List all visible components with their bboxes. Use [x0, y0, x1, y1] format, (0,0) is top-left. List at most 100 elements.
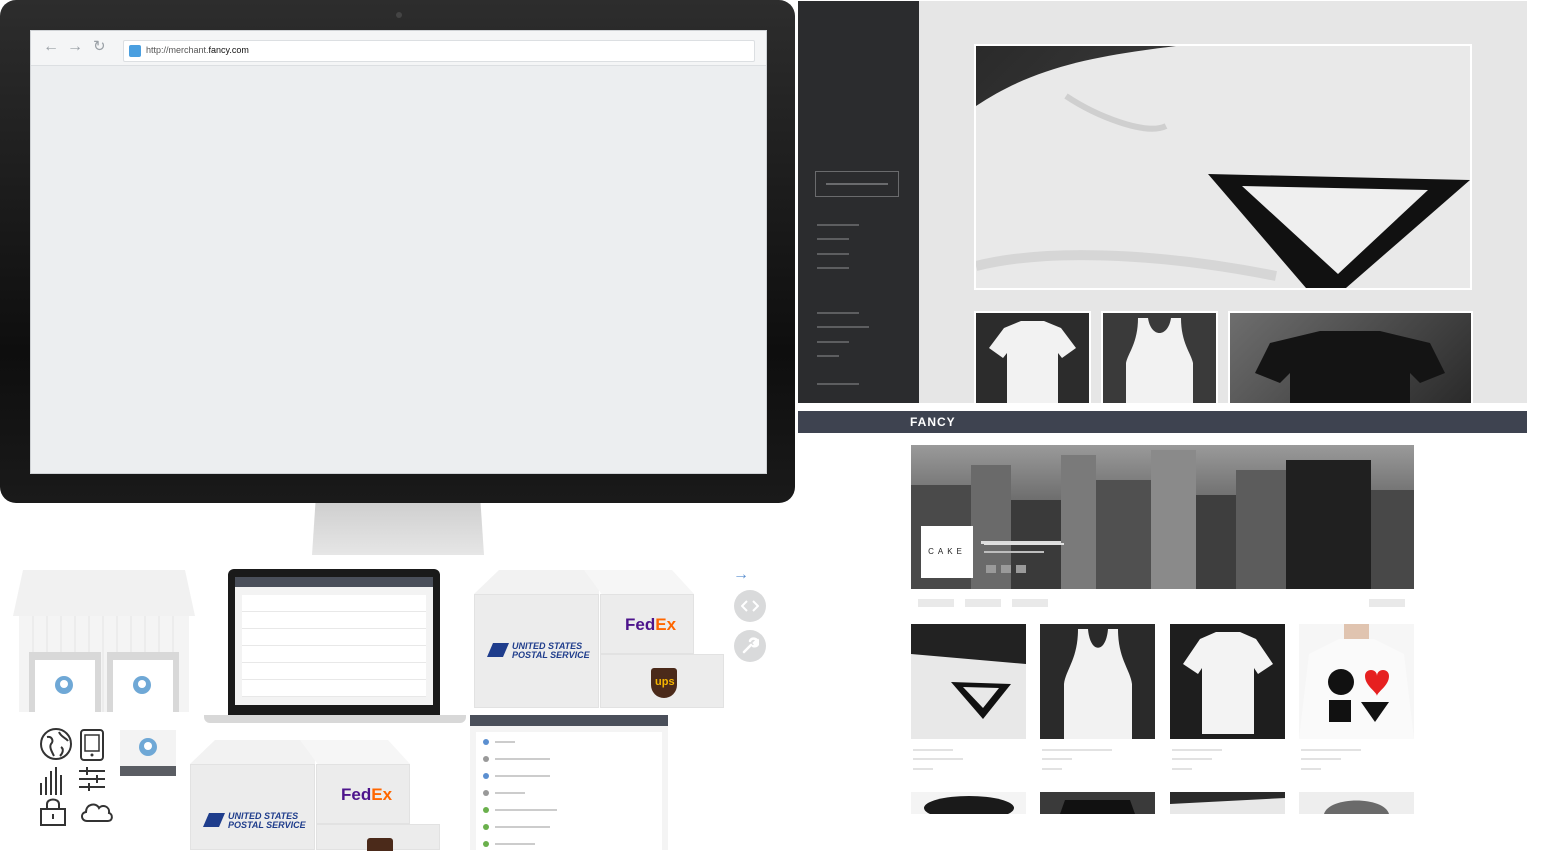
product-card[interactable]: [1299, 792, 1414, 814]
admin-sidebar: [798, 1, 919, 403]
address-bar[interactable]: http://merchant.fancy.com: [123, 40, 755, 62]
sidebar-item[interactable]: [817, 383, 859, 385]
list-item[interactable]: [495, 809, 557, 811]
filter-tab[interactable]: [918, 599, 954, 607]
ups-box: [316, 824, 440, 851]
product-thumbnail[interactable]: [1101, 311, 1218, 403]
order-list: [476, 732, 662, 850]
arrow-right-icon[interactable]: →: [733, 567, 749, 583]
code-icon[interactable]: [734, 590, 766, 622]
filter-tab[interactable]: [1012, 599, 1048, 607]
product-meta-line: [1301, 758, 1341, 760]
storefront-hero: CAKE: [911, 445, 1414, 589]
ups-shield-icon: ups: [651, 668, 677, 698]
mini-warehouse-card: [120, 730, 176, 776]
bar-chart-icon: [40, 767, 62, 795]
status-dot: [483, 807, 489, 813]
fedex-box: FedEx: [600, 594, 694, 654]
browser-toolbar: ← → ↻ http://merchant.fancy.com: [31, 31, 766, 66]
admin-preview: [798, 1, 1527, 403]
product-meta-line: [1042, 758, 1072, 760]
sidebar-item[interactable]: [817, 355, 839, 357]
desktop-monitor: ← → ↻ http://merchant.fancy.com: [0, 0, 795, 503]
list-item[interactable]: [495, 775, 550, 777]
hero-title-line: [984, 543, 1064, 545]
hero-dot[interactable]: [1016, 565, 1026, 573]
product-price-line: [913, 768, 933, 770]
product-card[interactable]: [1170, 624, 1285, 739]
usps-logo: UNITED STATES POSTAL SERVICE: [512, 641, 590, 660]
product-title-line: [913, 749, 953, 751]
globe-icon: [40, 728, 72, 760]
storefront-navbar: FANCY: [798, 411, 1527, 433]
sidebar-item[interactable]: [817, 267, 849, 269]
store-logo[interactable]: FANCY: [910, 415, 956, 429]
location-pin-icon: [55, 676, 73, 694]
status-dot: [483, 824, 489, 830]
product-thumbnail[interactable]: [974, 311, 1091, 403]
tshirt-triangle-image: [976, 46, 1470, 288]
sidebar-item[interactable]: [817, 312, 859, 314]
list-item[interactable]: [495, 758, 550, 760]
product-photo-main: [974, 44, 1472, 290]
hero-subtitle-line: [984, 551, 1044, 553]
product-card[interactable]: [911, 624, 1026, 739]
product-thumbnail[interactable]: [1228, 311, 1473, 403]
usps-box: UNITED STATES POSTAL SERVICE: [190, 764, 315, 850]
laptop-screen: [228, 569, 440, 715]
status-dot: [483, 841, 489, 847]
usps-eagle-icon: [487, 643, 509, 657]
list-item[interactable]: [495, 826, 550, 828]
product-price-line: [1042, 768, 1062, 770]
reload-icon[interactable]: ↻: [93, 39, 106, 55]
status-dot: [483, 739, 489, 745]
back-arrow-icon[interactable]: ←: [43, 39, 59, 55]
sidebar-search[interactable]: [815, 171, 899, 197]
laptop-base: [204, 715, 466, 723]
usps-eagle-icon: [203, 813, 225, 827]
lock-icon: [40, 798, 66, 826]
sidebar-item[interactable]: [817, 224, 859, 226]
browser-window: ← → ↻ http://merchant.fancy.com: [30, 30, 767, 474]
filter-tab[interactable]: [965, 599, 1001, 607]
sidebar-item[interactable]: [817, 253, 849, 255]
product-card[interactable]: [1040, 624, 1155, 739]
sidebar-item[interactable]: [817, 341, 849, 343]
list-item[interactable]: [495, 792, 525, 794]
cloud-icon: [81, 803, 113, 822]
product-card[interactable]: [911, 792, 1026, 814]
monitor-stand: [312, 503, 484, 555]
product-card[interactable]: [1170, 792, 1285, 814]
product-title-line: [1301, 749, 1361, 751]
fedex-logo: FedEx: [341, 785, 393, 804]
forward-arrow-icon[interactable]: →: [67, 39, 83, 55]
fedex-box: FedEx: [316, 764, 410, 824]
order-list-panel: [470, 715, 668, 850]
sidebar-item[interactable]: [817, 238, 849, 240]
product-price-line: [1301, 768, 1321, 770]
url-text: http://merchant.fancy.com: [146, 45, 249, 55]
product-card[interactable]: [1040, 792, 1155, 814]
location-pin-icon: [133, 676, 151, 694]
store-badge[interactable]: CAKE: [921, 526, 973, 578]
fedex-logo: FedEx: [625, 615, 677, 634]
usps-box: UNITED STATES POSTAL SERVICE: [474, 594, 599, 708]
product-title-line: [1172, 749, 1222, 751]
list-item[interactable]: [495, 843, 535, 845]
product-meta-line: [913, 758, 963, 760]
status-dot: [483, 790, 489, 796]
sliders-icon: [79, 767, 105, 791]
warehouse-illustration: [13, 570, 195, 712]
sort-control[interactable]: [1369, 599, 1405, 607]
sidebar-item[interactable]: [817, 326, 869, 328]
panel-header: [470, 715, 668, 726]
status-dot: [483, 756, 489, 762]
product-card[interactable]: [1299, 624, 1414, 739]
ups-box: ups: [600, 654, 724, 708]
product-title-line: [1042, 749, 1112, 751]
hero-dot[interactable]: [986, 565, 996, 573]
list-item[interactable]: [495, 741, 515, 743]
favicon-icon: [129, 45, 141, 57]
hero-dot[interactable]: [1001, 565, 1011, 573]
wrench-icon[interactable]: [734, 630, 766, 662]
